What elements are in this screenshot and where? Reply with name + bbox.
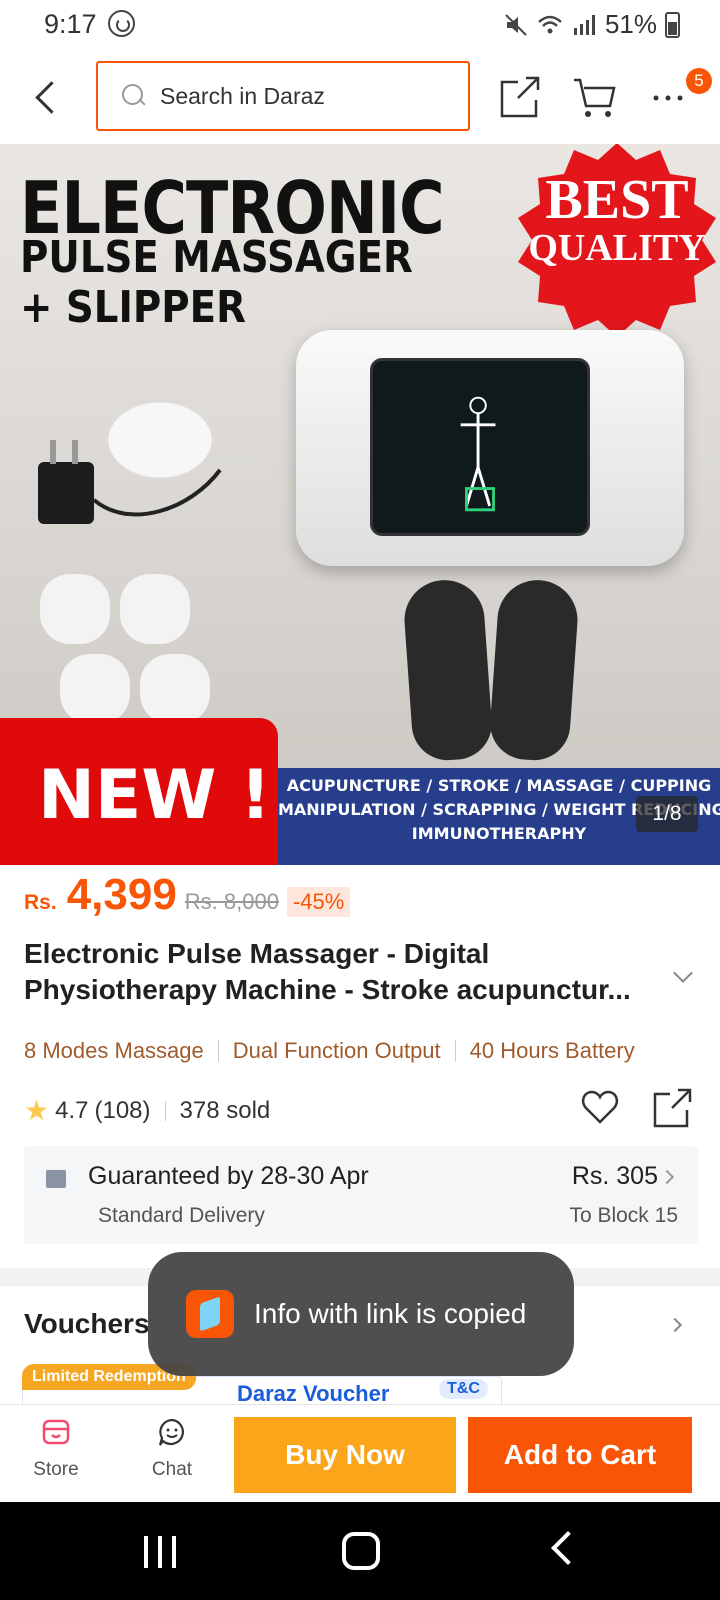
bottom-action-bar: Store Chat Buy Now Add to Cart [0, 1404, 720, 1502]
toast-message: Info with link is copied [254, 1298, 527, 1329]
top-header: 5 [0, 50, 720, 144]
wishlist-heart-icon[interactable] [580, 1088, 620, 1128]
seal-line-1: BEST [545, 169, 689, 231]
feature-tag: 40 Hours Battery [469, 1038, 635, 1063]
cart-icon [574, 78, 616, 117]
chat-label: Chat [151, 1459, 193, 1480]
electrode-pad [40, 574, 110, 644]
delivery-fee: Rs. 305 [571, 1162, 658, 1190]
toast: Info with link is copied [148, 1252, 574, 1376]
daraz-app-icon [186, 1290, 234, 1338]
image-subheadline-2: + SLIPPER [20, 282, 246, 333]
system-nav-bar [0, 1502, 720, 1600]
chevron-right-icon [659, 1169, 675, 1185]
price: 4,399 [66, 870, 177, 919]
battery-text: 51% [604, 9, 657, 39]
image-subheadline: PULSE MASSAGER [20, 232, 413, 283]
chat-button[interactable]: Chat [132, 1417, 212, 1481]
back-button[interactable] [32, 78, 62, 116]
vouchers-heading[interactable]: Vouchers [24, 1308, 150, 1340]
share-icon [500, 76, 540, 118]
currency: Rs. [24, 891, 57, 914]
delivery-icon [46, 1170, 66, 1188]
massager-screen [370, 358, 590, 536]
delivery-destination: To Block 15 [569, 1204, 678, 1227]
store-label: Store [33, 1459, 79, 1480]
mute-icon [505, 13, 527, 36]
battery-icon [665, 11, 680, 38]
status-bar: 9:17 51% [0, 0, 720, 50]
original-price: Rs. 8,000 [184, 889, 279, 914]
electrode-pad [140, 654, 210, 724]
slipper-right [487, 577, 581, 763]
best-quality-seal: BEST QUALITY [512, 144, 720, 338]
product-image[interactable]: ELECTRONIC PULSE MASSAGER + SLIPPER BEST… [0, 144, 720, 865]
sold-count: 378 sold [179, 1096, 271, 1124]
status-icons: 51% [503, 9, 680, 40]
search-bar[interactable] [96, 61, 470, 131]
delivery-card[interactable]: Guaranteed by 28-30 Apr Standard Deliver… [24, 1146, 698, 1244]
store-button[interactable]: Store [16, 1417, 96, 1481]
whatsapp-icon [108, 10, 135, 37]
chevron-right-icon[interactable] [667, 1317, 683, 1333]
image-counter: 1/8 [636, 796, 698, 832]
wifi-icon [538, 15, 562, 33]
seal-line-2: QUALITY [528, 227, 706, 269]
tc-badge[interactable]: T&C [439, 1379, 488, 1399]
signal-icon [573, 14, 595, 35]
add-to-cart-button[interactable]: Add to Cart [468, 1417, 692, 1493]
new-banner: NEW ! [0, 718, 278, 865]
delivery-method: Standard Delivery [98, 1204, 265, 1227]
nav-back-icon[interactable] [551, 1531, 585, 1565]
new-label: NEW ! [38, 756, 272, 835]
search-input[interactable] [160, 82, 440, 110]
electrode-pad [120, 574, 190, 644]
feature-tag: 8 Modes Massage [24, 1038, 204, 1063]
cart-badge: 5 [686, 68, 712, 94]
cart-button[interactable] [572, 74, 618, 120]
chat-icon [158, 1418, 184, 1446]
charger-illustration [38, 401, 222, 524]
feature-tags: 8 Modes Massage Dual Function Output 40 … [24, 1038, 720, 1064]
product-title[interactable]: Electronic Pulse Massager - Digital Phys… [24, 936, 664, 1008]
slipper-left [401, 577, 495, 763]
expand-title-icon[interactable] [673, 963, 693, 983]
band-line-1: ACUPUNCTURE / STROKE / MASSAGE / CUPPING [286, 776, 712, 795]
feature-tag: Dual Function Output [232, 1038, 441, 1063]
delivery-guarantee: Guaranteed by 28-30 Apr [88, 1162, 369, 1190]
rating-row[interactable]: ★ 4.7 (108) 378 sold [24, 1094, 270, 1127]
rating-value: 4.7 [55, 1096, 89, 1124]
share-product-icon[interactable] [652, 1088, 692, 1128]
search-icon [122, 84, 146, 108]
electrode-pad [60, 654, 130, 724]
discount-badge: -45% [286, 887, 351, 917]
buy-now-button[interactable]: Buy Now [234, 1417, 456, 1493]
star-icon: ★ [24, 1095, 50, 1126]
share-button[interactable] [496, 74, 542, 120]
home-icon[interactable] [342, 1532, 380, 1570]
recents-icon[interactable] [144, 1536, 176, 1568]
price-row: Rs. 4,399 Rs. 8,000 -45% [24, 870, 351, 930]
store-icon [42, 1419, 70, 1445]
status-time: 9:17 [44, 9, 97, 39]
review-count: (108) [94, 1096, 151, 1124]
